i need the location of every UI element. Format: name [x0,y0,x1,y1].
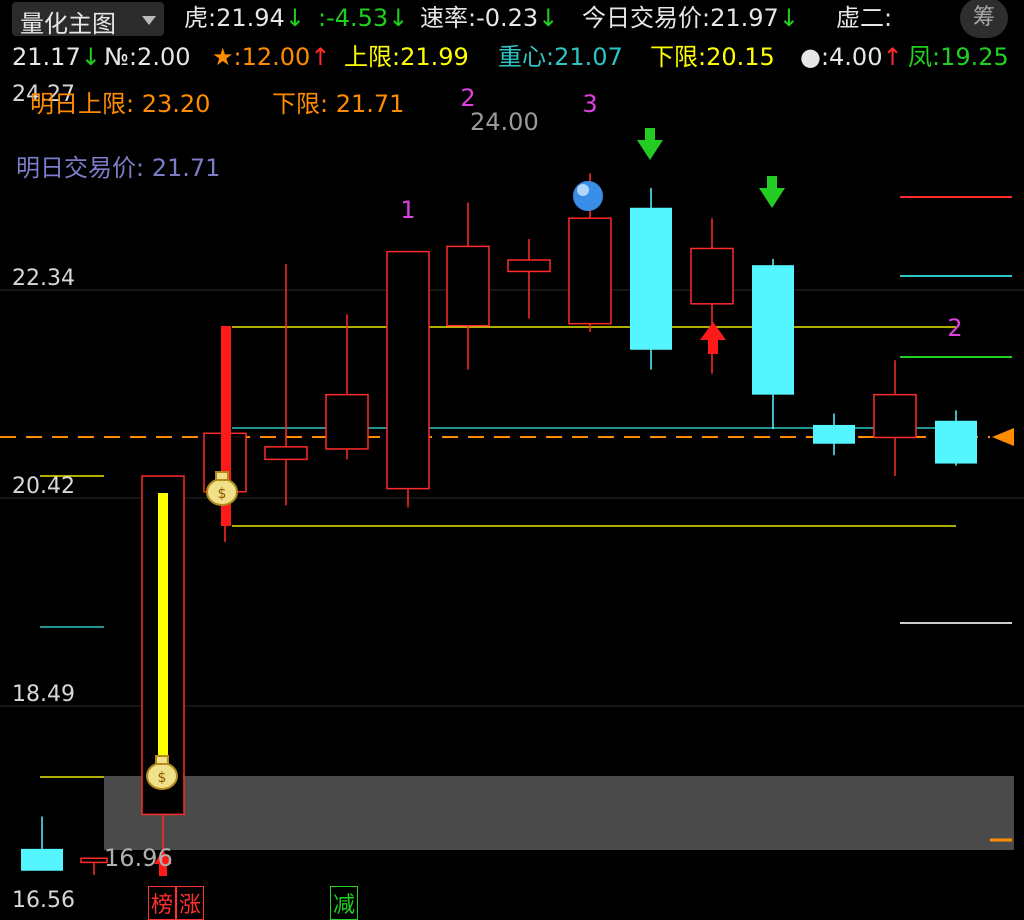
y-tick: 18.49 [12,682,75,707]
candle-body [446,245,490,327]
candle-body [507,259,551,273]
kline-chart[interactable]: $ $ 12 32 [0,76,1024,914]
no-indicator: №:2.00 [104,42,190,72]
candle [935,410,977,466]
candle-body [630,207,672,350]
lower-indicator: 下限:20.15 [650,42,775,72]
candle [21,816,63,871]
candle-body [386,250,430,490]
xu-label: 虚二: [836,4,893,32]
blue-ball-icon [573,181,603,211]
arrow-down-icon: ↓ [778,4,799,32]
svg-text:$: $ [158,770,167,786]
today-price-indicator: 今日交易价:21.97↓ [582,3,799,33]
arrow-up-icon: ↑ [882,43,903,71]
candle [752,258,794,430]
tag-zhang[interactable]: 涨 [176,886,205,920]
tomorrow-upper: 明日上限: 23.20 [30,90,211,118]
candle [386,250,430,508]
arrow-down-icon [637,128,663,160]
dot-label: ●: [800,43,830,71]
phoenix-indicator: 凤:19.25 [908,42,1009,72]
limit-up-bar [158,493,168,783]
dropdown-label: 量化主图 [20,10,116,38]
dot-indicator: ●:4.00↑ [800,42,903,72]
xu-value-line: 21.17↓ [12,42,101,72]
arrow-down-icon: ↓ [538,4,559,32]
tomorrow-lower: 下限: 21.71 [272,90,405,118]
lower-value: 20.15 [706,43,775,71]
rate-indicator: 速率:-0.23↓ [420,3,558,33]
candle-body [813,424,855,444]
blue-ball-highlight [577,184,589,196]
candle-body [935,420,977,464]
star-indicator: ★:12.00↑ [212,42,330,72]
upper-value: 21.99 [400,43,469,71]
center-value: 21.07 [554,43,623,71]
star-value: 12.00 [241,43,311,71]
arrow-down-icon: ↓ [80,43,101,71]
y-tick: 20.42 [12,474,75,499]
upper-indicator: 上限:21.99 [344,42,469,72]
today-price-value: 21.97 [710,4,779,32]
current-price-marker [992,428,1014,446]
candle [264,264,308,506]
wave-number: 3 [582,90,597,118]
arrow-up-icon: ↑ [310,43,331,71]
no-label: №: [104,43,138,71]
candle-body [325,393,369,450]
low-label: 16.96 [104,844,173,872]
candle [813,413,855,456]
peak-label: 24.00 [470,108,539,136]
svg-text:$: $ [218,486,227,502]
tag-bang[interactable]: 榜 [148,886,177,920]
tiger-indicator: 虎:21.94↓ [184,3,305,33]
tiger-value: 21.94 [216,4,285,32]
chip-distribution-button[interactable]: 筹 [960,0,1008,38]
colon-indicator: :-4.53↓ [318,3,408,33]
wave-number: 1 [400,196,415,224]
center-indicator: 重心:21.07 [498,42,623,72]
candle [325,314,369,460]
lower-label: 下限: [650,43,707,71]
wave-number: 2 [947,314,962,342]
dot-value: 4.00 [829,43,883,71]
rate-label: 速率: [420,4,477,32]
phoenix-value: 19.25 [940,43,1009,71]
y-tick: 22.34 [12,266,75,291]
today-price-label: 今日交易价: [582,4,711,32]
center-label: 重心: [498,43,555,71]
indicator-header: 量化主图 虎:21.94↓ :-4.53↓ 速率:-0.23↓ 今日交易价:21… [0,0,1024,76]
y-tick: 16.56 [12,888,75,913]
star-label: ★: [212,43,242,71]
gray-zone [104,776,1014,850]
arrow-down-icon [759,176,785,208]
colon-value: -4.53 [326,4,389,32]
candle [873,360,917,477]
candle-body [21,848,63,871]
candle-body [873,393,917,439]
candle-body [568,217,612,325]
xu-value: 21.17 [12,43,81,71]
candle [446,202,490,370]
xu-indicator: 虚二: [836,3,892,33]
no-value: 2.00 [137,43,191,71]
phoenix-label: 凤: [908,43,941,71]
candle-body [690,247,734,305]
upper-label: 上限: [344,43,401,71]
arrow-down-icon: ↓ [388,4,409,32]
candle-body [752,265,794,395]
signal-markers: $ $ [146,128,785,876]
arrow-down-icon: ↓ [284,4,305,32]
indicator-dropdown[interactable]: 量化主图 [12,2,164,38]
chevron-down-icon [142,16,156,25]
candle-body [264,446,308,461]
candle [630,187,672,370]
colon-label: : [318,4,327,32]
tomorrow-price: 明日交易价: 21.71 [16,154,221,182]
rate-value: -0.23 [476,4,539,32]
tag-jian[interactable]: 减 [330,886,359,920]
tiger-label: 虎: [184,4,217,32]
candle [507,239,551,319]
